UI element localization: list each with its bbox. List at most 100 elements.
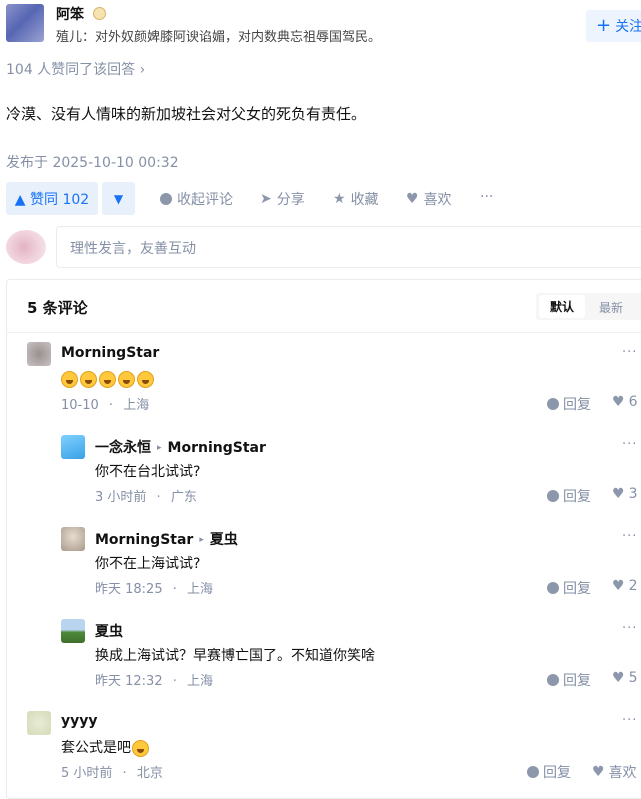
comment-author[interactable]: MorningStar xyxy=(61,345,159,361)
comment-author[interactable]: yyyy xyxy=(61,713,98,729)
share-button[interactable]: ➤ 分享 xyxy=(260,189,305,209)
avatar[interactable] xyxy=(61,527,85,551)
comment-more-button[interactable]: ··· xyxy=(622,529,637,544)
meta-separator: · xyxy=(156,490,161,505)
comment-time: 昨天 12:32 xyxy=(95,674,163,689)
comment-time: 5 小时前 xyxy=(61,766,113,781)
comment-author[interactable]: 一念永恒 xyxy=(95,440,151,456)
reply-icon xyxy=(547,582,559,594)
author-name[interactable]: 阿笨 xyxy=(56,4,84,24)
author-bio: 殖儿：对外奴颜婢膝阿谀谄媚，对内数典忘祖辱国驾民。 xyxy=(56,30,382,45)
laughing-emoji-icon xyxy=(118,371,135,388)
like-button[interactable]: ♥ 喜欢 xyxy=(406,189,452,209)
comment-icon xyxy=(160,193,172,205)
favorite-button[interactable]: ★ 收藏 xyxy=(333,189,379,209)
reply-button[interactable]: 回复 xyxy=(547,394,591,414)
comment-author-line: MorningStar ▸ 夏虫 xyxy=(95,529,238,549)
share-icon: ➤ xyxy=(260,191,272,207)
upvote-button[interactable]: ▲ 赞同 102 xyxy=(6,182,98,215)
reply-button[interactable]: 回复 xyxy=(547,578,591,598)
upvote-summary-link[interactable]: 104 人赞同了该回答 › xyxy=(6,59,145,79)
heart-icon: ♥ xyxy=(592,764,605,780)
comment-more-button[interactable]: ··· xyxy=(622,621,637,636)
comment-more-button[interactable]: ··· xyxy=(622,437,637,452)
laughing-emoji-icon xyxy=(99,371,116,388)
reply-button[interactable]: 回复 xyxy=(547,486,591,506)
comment-meta: 昨天 12:32 · 上海 xyxy=(95,670,213,689)
comment-text: 你不在台北试试? xyxy=(95,464,201,480)
laughing-emoji-icon xyxy=(61,371,78,388)
comment-author[interactable]: MorningStar xyxy=(95,532,193,548)
share-label: 分享 xyxy=(276,192,305,208)
comment-time: 10-10 xyxy=(61,398,99,413)
comment-time: 昨天 18:25 xyxy=(95,582,163,597)
plus-icon: + xyxy=(596,15,612,36)
reply-arrow-icon: ▸ xyxy=(199,535,204,545)
downvote-button[interactable]: ▼ xyxy=(102,182,135,215)
reply-to-author[interactable]: 夏虫 xyxy=(210,532,238,548)
comment-time: 3 小时前 xyxy=(95,490,147,505)
comment-location: 广东 xyxy=(170,490,197,505)
comment-text: 你不在上海试试? xyxy=(95,556,201,572)
heart-icon: ♥ xyxy=(612,486,625,502)
follow-button[interactable]: + 关注 xyxy=(586,10,641,42)
current-user-avatar xyxy=(6,230,46,264)
favorite-label: 收藏 xyxy=(350,192,379,208)
comment-like-count: 5 xyxy=(628,670,638,686)
more-actions-button[interactable]: ··· xyxy=(480,189,493,205)
reply-label: 回复 xyxy=(563,581,591,597)
reply-button[interactable]: 回复 xyxy=(547,670,591,690)
heart-icon: ♥ xyxy=(612,670,625,686)
answer-text: 冷漠、没有人情味的新加坡社会对父女的死负有责任。 xyxy=(6,105,367,123)
comment-location: 上海 xyxy=(187,674,214,689)
comment-location: 上海 xyxy=(123,398,150,413)
reply-icon xyxy=(547,490,559,502)
comment-like-button[interactable]: ♥ 3 xyxy=(612,486,637,502)
reply-icon xyxy=(547,674,559,686)
comment-like-count: 6 xyxy=(628,394,638,410)
avatar[interactable] xyxy=(27,342,51,366)
reply-label: 回复 xyxy=(543,765,571,781)
reply-button[interactable]: 回复 xyxy=(527,762,571,782)
laughing-emoji-icon xyxy=(132,739,149,757)
reply-label: 回复 xyxy=(563,489,591,505)
comment-more-button[interactable]: ··· xyxy=(622,345,637,360)
emoji-row xyxy=(61,369,156,388)
meta-separator: · xyxy=(108,398,114,413)
comment-meta: 5 小时前 · 北京 xyxy=(61,762,163,781)
reply-arrow-icon: ▸ xyxy=(157,443,162,453)
heart-icon: ♥ xyxy=(406,191,419,207)
publish-time[interactable]: 发布于 2025-10-10 00:32 xyxy=(6,152,179,172)
collapse-comments-label: 收起评论 xyxy=(177,192,233,208)
reply-icon xyxy=(527,766,539,778)
sort-latest-tab[interactable]: 最新 xyxy=(599,299,623,316)
author-avatar[interactable] xyxy=(6,4,44,42)
comment-like-button[interactable]: ♥ 6 xyxy=(612,394,637,410)
comment-like-button[interactable]: ♥ 2 xyxy=(612,578,637,594)
avatar[interactable] xyxy=(27,711,51,735)
avatar[interactable] xyxy=(61,435,85,459)
comment-meta: 3 小时前 · 广东 xyxy=(95,486,197,505)
comment-text: 套公式是吧 xyxy=(61,740,131,756)
comment-more-button[interactable]: ··· xyxy=(622,713,637,728)
comment-like-count: 2 xyxy=(628,578,638,594)
avatar[interactable] xyxy=(61,619,85,643)
comment-text: 换成上海试试？早赛博亡国了。不知道你笑啥 xyxy=(95,648,375,664)
reply-label: 回复 xyxy=(563,397,591,413)
comment-location: 北京 xyxy=(136,766,163,781)
reply-label: 回复 xyxy=(563,673,591,689)
comment-like-label: 喜欢 xyxy=(608,765,637,781)
heart-icon: ♥ xyxy=(612,578,625,594)
comment-meta: 昨天 18:25 · 上海 xyxy=(95,578,213,597)
collapse-comments-button[interactable]: 收起评论 xyxy=(160,189,233,209)
comment-author[interactable]: 夏虫 xyxy=(95,621,123,641)
comment-like-button[interactable]: ♥ 喜欢 xyxy=(592,762,637,782)
sort-default-tab[interactable]: 默认 xyxy=(539,295,585,318)
comment-like-button[interactable]: ♥ 5 xyxy=(612,670,637,686)
comment-location: 上海 xyxy=(187,582,214,597)
meta-separator: · xyxy=(172,582,177,597)
reply-to-author[interactable]: MorningStar xyxy=(168,440,266,456)
comment-like-count: 3 xyxy=(628,486,638,502)
star-icon: ★ xyxy=(333,191,346,207)
reply-icon xyxy=(547,398,559,410)
